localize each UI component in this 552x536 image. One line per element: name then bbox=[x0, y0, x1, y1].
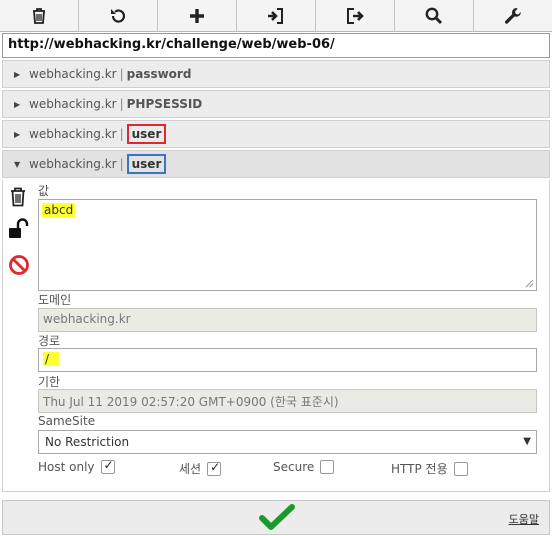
secure-option[interactable]: Secure bbox=[273, 460, 335, 474]
footer-bar: 도움말 bbox=[2, 500, 550, 535]
unlock-icon bbox=[9, 218, 29, 238]
cookie-name: PHPSESSID bbox=[126, 97, 203, 111]
delete-cookie-button[interactable] bbox=[8, 186, 28, 208]
url-field[interactable]: http://webhacking.kr/challenge/web/web-0… bbox=[2, 33, 550, 58]
http-only-label: HTTP 전용 bbox=[391, 462, 448, 476]
export-button[interactable] bbox=[316, 0, 395, 32]
wrench-icon bbox=[505, 8, 521, 24]
cookie-domain: webhacking.kr bbox=[29, 157, 117, 171]
cookie-separator: | bbox=[119, 67, 124, 81]
path-value: / bbox=[43, 352, 60, 366]
session-option[interactable]: 세션 ✓ bbox=[179, 459, 222, 477]
cookie-edit-panel: 값 abcd 도메인 webhacking.kr 경로 / 기한 Thu Jul… bbox=[2, 180, 550, 492]
http-only-option[interactable]: HTTP 전용 bbox=[391, 460, 468, 477]
host-only-option[interactable]: Host only ✓ bbox=[38, 458, 115, 474]
import-button[interactable] bbox=[237, 0, 316, 32]
help-link[interactable]: 도움말 bbox=[509, 511, 539, 527]
collapse-arrow-icon: ▼ bbox=[14, 159, 21, 169]
expand-arrow-icon: ▶ bbox=[14, 99, 21, 109]
cookie-actions bbox=[8, 186, 30, 286]
cookie-domain: webhacking.kr bbox=[29, 97, 117, 111]
expand-arrow-icon: ▶ bbox=[14, 129, 21, 139]
host-only-checkbox[interactable]: ✓ bbox=[100, 458, 115, 474]
samesite-selected-value: No Restriction bbox=[45, 435, 130, 449]
cookie-name: password bbox=[126, 67, 192, 81]
cookie-separator: | bbox=[119, 97, 124, 111]
import-icon bbox=[268, 8, 283, 24]
value-label: 값 bbox=[38, 184, 50, 198]
trash-icon bbox=[33, 8, 45, 24]
cookie-separator: | bbox=[119, 157, 124, 171]
export-icon bbox=[347, 8, 364, 24]
value-text: abcd bbox=[42, 203, 76, 217]
host-only-label: Host only bbox=[38, 460, 95, 474]
add-cookie-button[interactable] bbox=[158, 0, 237, 32]
cookie-separator: | bbox=[119, 127, 124, 141]
search-button[interactable] bbox=[395, 0, 474, 32]
cookie-row-phpsessid[interactable]: ▶ webhacking.kr | PHPSESSID bbox=[2, 90, 550, 118]
expand-arrow-icon: ▶ bbox=[14, 69, 21, 79]
search-icon bbox=[425, 7, 443, 25]
cookie-flags: Host only ✓ 세션 ✓ Secure HTTP 전용 bbox=[38, 458, 538, 478]
protect-cookie-button[interactable] bbox=[8, 218, 29, 240]
http-only-checkbox[interactable] bbox=[453, 461, 468, 476]
value-textarea[interactable]: abcd bbox=[38, 199, 537, 291]
checkmark-icon: ✓ bbox=[103, 458, 114, 472]
block-cookie-button[interactable] bbox=[8, 254, 29, 276]
path-field[interactable]: / bbox=[38, 348, 537, 372]
samesite-select[interactable]: No Restriction ▼ bbox=[38, 430, 537, 454]
secure-checkbox[interactable] bbox=[320, 460, 335, 474]
delete-all-button[interactable] bbox=[0, 0, 79, 32]
session-checkbox[interactable]: ✓ bbox=[207, 459, 222, 476]
block-icon bbox=[9, 255, 29, 275]
cookie-domain: webhacking.kr bbox=[29, 127, 117, 141]
cookie-row-password[interactable]: ▶ webhacking.kr | password bbox=[2, 60, 550, 88]
cookie-name-highlighted-red: user bbox=[126, 124, 167, 144]
cookie-domain: webhacking.kr bbox=[29, 67, 117, 81]
path-label: 경로 bbox=[38, 334, 61, 348]
checkmark-icon bbox=[259, 504, 295, 530]
resize-grip-icon[interactable] bbox=[525, 279, 534, 288]
cookie-name-highlighted-blue: user bbox=[126, 154, 167, 174]
expires-field: Thu Jul 11 2019 02:57:20 GMT+0900 (한국 표준… bbox=[38, 389, 537, 413]
samesite-label: SameSite bbox=[38, 414, 96, 428]
cookie-row-user-expanded[interactable]: ▼ webhacking.kr | user bbox=[2, 150, 550, 178]
plus-icon bbox=[190, 9, 204, 23]
cookie-row-user-new[interactable]: ▶ webhacking.kr | user bbox=[2, 120, 550, 148]
session-label: 세션 bbox=[179, 462, 202, 476]
toolbar bbox=[0, 0, 552, 32]
domain-field: webhacking.kr bbox=[38, 308, 537, 332]
checkmark-icon: ✓ bbox=[210, 459, 221, 474]
secure-label: Secure bbox=[273, 460, 315, 474]
domain-label: 도메인 bbox=[38, 293, 72, 307]
options-button[interactable] bbox=[474, 0, 552, 32]
dropdown-caret-icon: ▼ bbox=[523, 436, 531, 447]
undo-icon bbox=[111, 9, 126, 23]
trash-icon bbox=[11, 187, 25, 207]
reset-button[interactable] bbox=[79, 0, 158, 32]
expires-label: 기한 bbox=[38, 375, 61, 389]
save-button[interactable] bbox=[259, 504, 295, 532]
